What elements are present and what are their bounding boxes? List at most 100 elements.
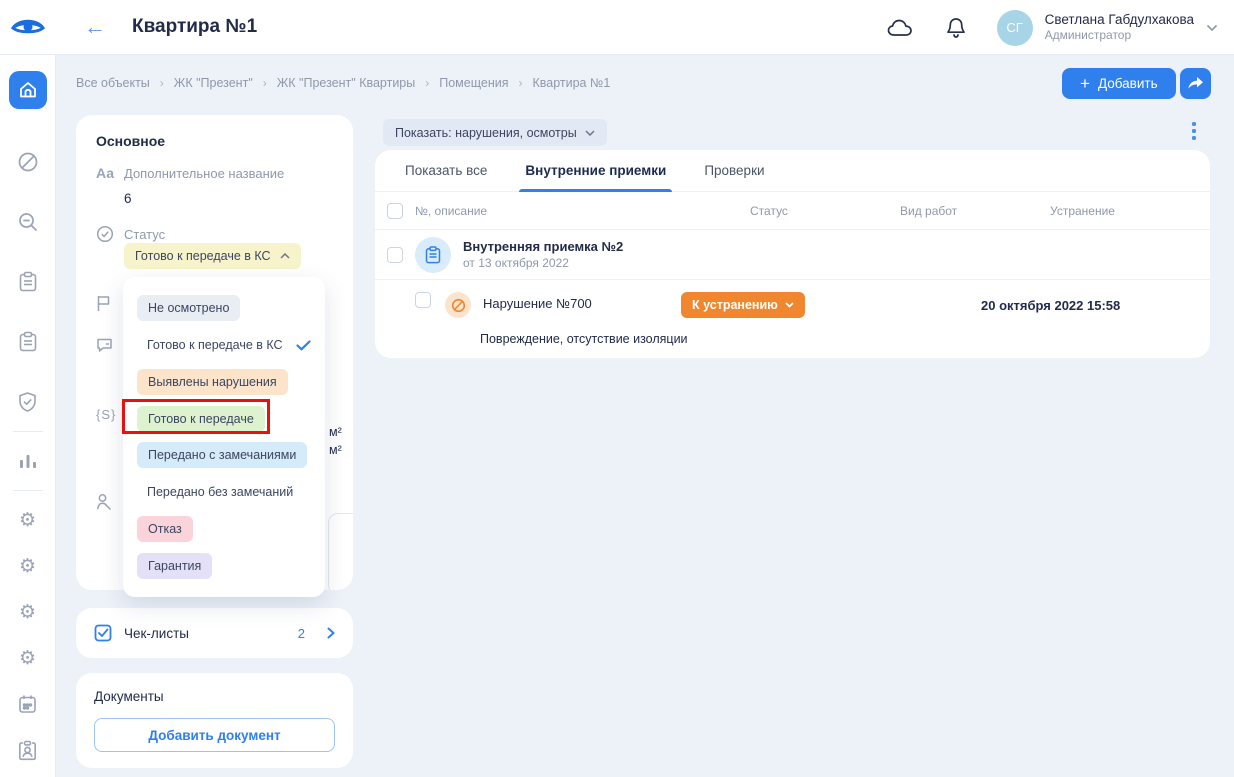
- tab-internal-acceptances[interactable]: Внутренние приемки: [525, 150, 666, 192]
- status-option-transferred-without-remarks[interactable]: Передано без замечаний: [137, 474, 311, 511]
- acceptance-row[interactable]: Внутренняя приемка №2 от 13 октября 2022: [375, 230, 1210, 280]
- nav-inspections-icon[interactable]: [9, 263, 47, 301]
- user-menu[interactable]: СГ Светлана Габдулхакова Администратор: [997, 10, 1218, 46]
- nav-acceptances-icon[interactable]: [9, 323, 47, 361]
- chevron-up-icon: [280, 253, 290, 259]
- status-dropdown-menu: Не осмотрено Готово к передаче в КС Выяв…: [123, 277, 325, 597]
- inspections-table-card: Показать все Внутренние приемки Проверки…: [375, 150, 1210, 358]
- status-option-ready-ks[interactable]: Готово к передаче в КС: [137, 327, 311, 364]
- nav-analytics-icon[interactable]: [9, 442, 47, 480]
- status-option-ready-to-transfer[interactable]: Готово к передаче: [137, 400, 311, 437]
- area-unit-top: м²: [329, 425, 342, 439]
- area-icon: {S}: [96, 407, 116, 422]
- text-field-icon: Аа: [96, 165, 114, 181]
- documents-title: Документы: [94, 689, 335, 704]
- violation-title: Нарушение №700: [483, 292, 681, 311]
- user-name: Светлана Габдулхакова: [1045, 12, 1194, 29]
- status-dropdown-toggle[interactable]: Готово к передаче в КС: [124, 243, 301, 269]
- tab-checks[interactable]: Проверки: [704, 150, 764, 192]
- contractor-card-icon[interactable]: [9, 731, 47, 769]
- tab-show-all[interactable]: Показать все: [405, 150, 487, 192]
- header-resolution: Устранение: [1050, 204, 1210, 218]
- general-info-title: Основное: [96, 133, 333, 149]
- settings-users-gear-icon[interactable]: ⚙: [9, 547, 47, 585]
- add-document-button[interactable]: Добавить документ: [94, 718, 335, 752]
- status-option-transferred-with-remarks[interactable]: Передано с замечаниями: [137, 437, 311, 474]
- settings-comments-gear-icon[interactable]: ⚙: [9, 593, 47, 631]
- share-button[interactable]: [1180, 68, 1211, 99]
- nav-home-icon[interactable]: [9, 71, 47, 109]
- status-label: Статус: [124, 227, 165, 242]
- status-option-refusal[interactable]: Отказ: [137, 511, 311, 548]
- nav-violations-icon[interactable]: [9, 143, 47, 181]
- additional-name-label: Дополнительное название: [124, 166, 284, 181]
- rail-divider: [13, 490, 43, 491]
- notifications-bell-icon[interactable]: [941, 13, 971, 43]
- comment-icon: [96, 337, 113, 358]
- header-description: №, описание: [415, 204, 750, 218]
- rail-divider: [13, 431, 43, 432]
- header-work-type: Вид работ: [900, 204, 1050, 218]
- violation-ban-icon: [445, 292, 471, 318]
- cloud-icon[interactable]: [885, 13, 915, 43]
- violation-status-badge[interactable]: К устранению: [681, 292, 805, 318]
- breadcrumb-item-current: Квартира №1: [532, 76, 610, 90]
- row-checkbox[interactable]: [387, 247, 403, 263]
- user-avatar: СГ: [997, 10, 1033, 46]
- acceptance-date: от 13 октября 2022: [463, 256, 623, 270]
- status-option-not-inspected[interactable]: Не осмотрено: [137, 290, 311, 327]
- share-icon: [1187, 76, 1204, 91]
- left-nav-rail: ⚙ ⚙ ⚙ ⚙: [0, 55, 56, 777]
- calendar-icon[interactable]: [9, 685, 47, 723]
- acceptance-clipboard-icon: [415, 237, 451, 273]
- checklist-icon: [94, 624, 112, 642]
- more-options-button[interactable]: [1192, 122, 1196, 140]
- settings-tools-gear-icon[interactable]: ⚙: [9, 639, 47, 677]
- breadcrumb-item[interactable]: ЖК "Презент": [174, 76, 253, 90]
- comment-box-partial[interactable]: [328, 513, 353, 590]
- header-status: Статус: [750, 204, 900, 218]
- selected-check-icon: [296, 340, 311, 351]
- app: ← Квартира №1 СГ Светлана Габдулхакова А…: [0, 0, 1234, 777]
- back-button[interactable]: ←: [84, 16, 106, 38]
- breadcrumb-item[interactable]: ЖК "Презент" Квартиры: [277, 76, 415, 90]
- breadcrumb-item[interactable]: Все объекты: [76, 76, 150, 90]
- show-filter-dropdown[interactable]: Показать: нарушения, осмотры: [383, 119, 607, 146]
- chevron-down-icon: [585, 130, 595, 136]
- add-button-label: Добавить: [1098, 76, 1158, 91]
- documents-card: Документы Добавить документ: [76, 673, 353, 768]
- top-header: ← Квартира №1 СГ Светлана Габдулхакова А…: [0, 0, 1234, 55]
- nav-search-icon[interactable]: [9, 203, 47, 241]
- app-logo-eye-icon[interactable]: [0, 16, 56, 38]
- tabs: Показать все Внутренние приемки Проверки: [375, 150, 1210, 192]
- plus-icon: +: [1080, 74, 1090, 94]
- status-option-warranty[interactable]: Гарантия: [137, 547, 311, 584]
- page-title: Квартира №1: [132, 16, 257, 38]
- select-all-checkbox[interactable]: [387, 203, 403, 219]
- breadcrumb-item[interactable]: Помещения: [439, 76, 508, 90]
- checklists-card[interactable]: Чек-листы 2: [76, 608, 353, 658]
- add-button[interactable]: + Добавить: [1062, 68, 1176, 99]
- settings-check-gear-icon[interactable]: ⚙: [9, 501, 47, 539]
- user-info: Светлана Габдулхакова Администратор: [1045, 12, 1194, 44]
- breadcrumb: Все объекты › ЖК "Презент" › ЖК "Презент…: [76, 76, 610, 90]
- chevron-right-icon: [327, 627, 335, 639]
- user-role: Администратор: [1045, 28, 1194, 43]
- filter-label: Показать: нарушения, осмотры: [395, 126, 577, 140]
- violation-description: Повреждение, отсутствие изоляции: [480, 332, 688, 346]
- violation-resolution-date: 20 октября 2022 15:58: [981, 292, 1141, 313]
- status-check-circle-icon: [96, 225, 114, 248]
- nav-warranty-shield-icon[interactable]: [9, 383, 47, 421]
- area-unit-bottom: м²: [329, 443, 342, 457]
- header-actions: СГ Светлана Габдулхакова Администратор: [885, 0, 1218, 55]
- acceptance-title: Внутренняя приемка №2: [463, 239, 623, 256]
- violation-row[interactable]: Нарушение №700 К устранению 20 октября 2…: [375, 280, 1210, 358]
- row-checkbox[interactable]: [415, 292, 431, 308]
- breadcrumb-separator: ›: [263, 76, 267, 90]
- flag-icon: [96, 295, 111, 317]
- checklists-label: Чек-листы: [124, 626, 286, 641]
- status-option-violations-found[interactable]: Выявлены нарушения: [137, 364, 311, 401]
- breadcrumb-separator: ›: [518, 76, 522, 90]
- chevron-down-icon: [785, 302, 794, 308]
- breadcrumb-separator: ›: [425, 76, 429, 90]
